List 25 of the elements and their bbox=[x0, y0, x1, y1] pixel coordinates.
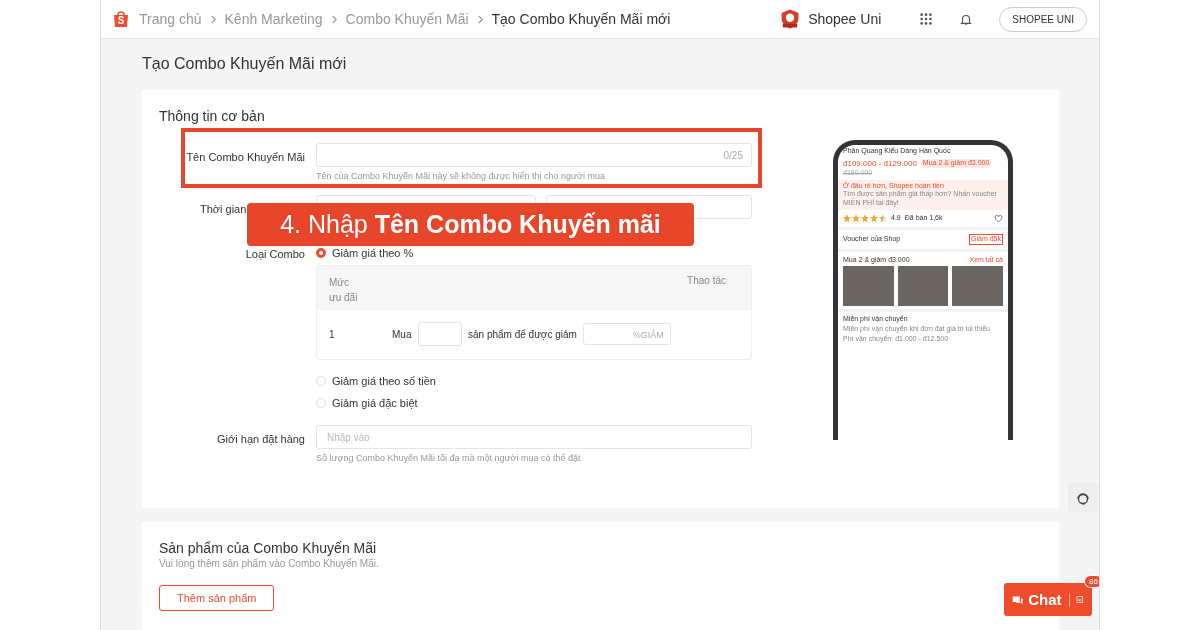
brand-name: Shopee Uni bbox=[808, 11, 882, 27]
chat-label: Chat bbox=[1028, 591, 1062, 608]
buy-label: Mua bbox=[392, 328, 413, 340]
product-price: đ109.000 - đ129.000 bbox=[843, 158, 917, 169]
step-tooltip: 4. Nhập Tên Combo Khuyến mãi bbox=[247, 203, 694, 246]
field-label: Loại Combo bbox=[244, 247, 305, 260]
discount-label: sản phẩm để được giảm bbox=[468, 328, 577, 340]
section-title: Sản phẩm của Combo Khuyến Mãi bbox=[159, 540, 378, 556]
field-label: Thời gian bbox=[199, 202, 248, 215]
tier-number: 1 bbox=[329, 328, 336, 340]
unread-count-badge: 86 bbox=[1084, 575, 1099, 588]
field-hint: Tên của Combo Khuyến Mãi này sẽ không được hiển thị cho người mua bbox=[316, 171, 606, 181]
radio-label: Giảm giá đặc biệt bbox=[332, 397, 418, 409]
percent-unit: %GIẢM bbox=[632, 330, 664, 340]
radio-label: Giảm giá theo % bbox=[332, 247, 414, 259]
character-counter: 0/25 bbox=[723, 150, 743, 161]
radio-label: Giảm giá theo số tiền bbox=[332, 375, 436, 387]
field-hint: Số lượng Combo Khuyến Mãi tối đa mà một người mua có thể đặt bbox=[316, 453, 582, 463]
column-header: Mức ưu đãi bbox=[329, 276, 359, 304]
section-title: Thông tin cơ bản bbox=[159, 108, 266, 124]
column-header: Thao tác bbox=[687, 275, 726, 288]
field-label: Tên Combo Khuyến Mãi bbox=[185, 150, 305, 163]
section-hint: Vui lòng thêm sản phẩm vào Combo Khuyến Mãi. bbox=[159, 558, 380, 569]
page-title: Tạo Combo Khuyến Mãi mới bbox=[142, 55, 348, 73]
field-label: Giới hạn đặt hàng bbox=[216, 432, 305, 445]
